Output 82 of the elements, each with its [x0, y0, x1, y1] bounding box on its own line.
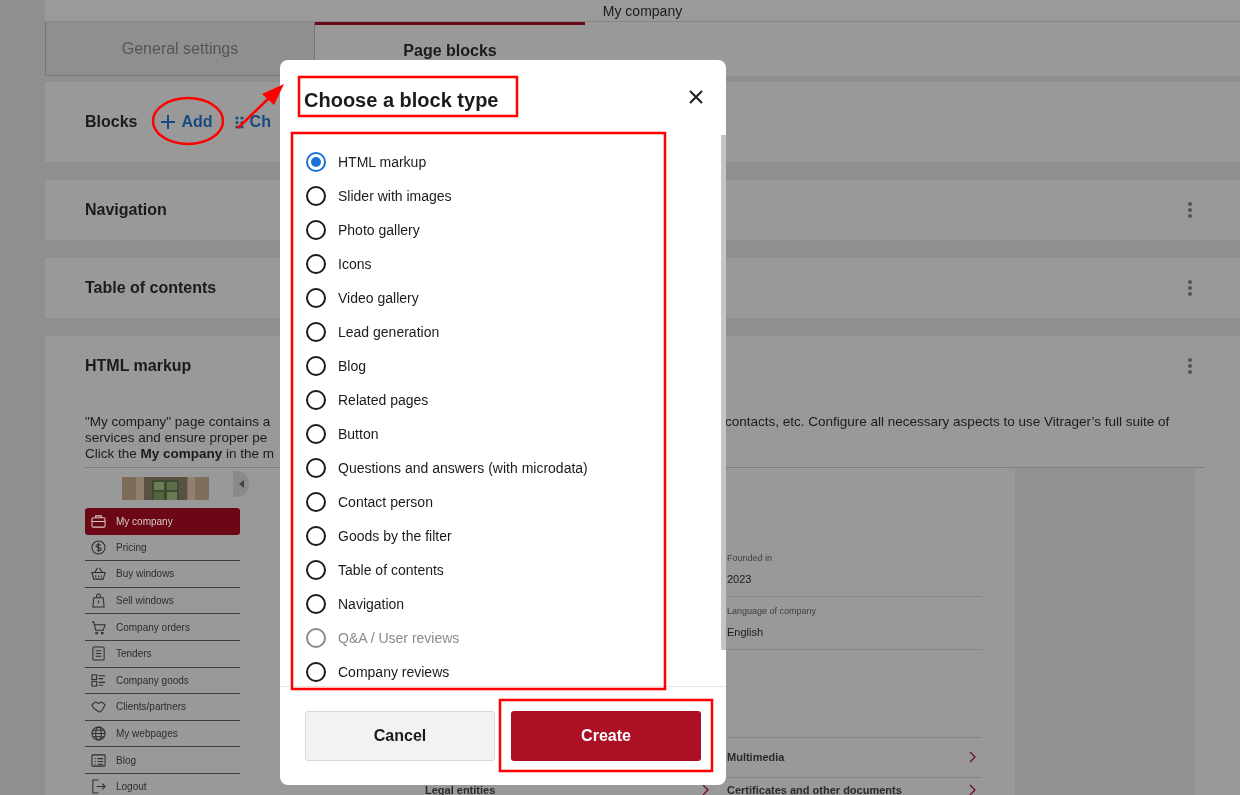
radio-button[interactable]: [306, 288, 326, 308]
globe-icon: [91, 726, 106, 742]
more-icon[interactable]: [1187, 201, 1193, 219]
radio-option[interactable]: Questions and answers (with microdata): [306, 451, 588, 485]
collapse-button[interactable]: [233, 471, 249, 497]
radio-option[interactable]: Goods by the filter: [306, 519, 452, 553]
basket-icon: [91, 566, 106, 582]
radio-button[interactable]: [306, 526, 326, 546]
sidebar-item[interactable]: Buy windows: [85, 561, 240, 588]
block-title: Table of contents: [85, 279, 217, 297]
bag-icon: [91, 593, 106, 609]
sidebar-item[interactable]: Sell windows: [85, 587, 240, 615]
close-icon: [689, 89, 703, 104]
radio-option[interactable]: Contact person: [306, 485, 433, 519]
drag-dots-icon: [234, 115, 244, 129]
plus-icon: [161, 115, 176, 129]
dollar-icon: [91, 539, 106, 555]
create-button[interactable]: Create: [511, 711, 701, 761]
field-value: 2023: [727, 572, 753, 586]
radio-option[interactable]: Photo gallery: [306, 213, 420, 247]
radio-button[interactable]: [306, 424, 326, 444]
radio-option[interactable]: Button: [306, 417, 379, 451]
radio-button[interactable]: [306, 220, 326, 240]
logout-icon: [91, 779, 106, 795]
more-icon[interactable]: [1187, 357, 1193, 375]
radio-button[interactable]: [306, 254, 326, 274]
radio-button[interactable]: [306, 356, 326, 376]
field-value: English: [727, 625, 765, 639]
radio-button[interactable]: [306, 458, 326, 478]
radio-option[interactable]: Related pages: [306, 383, 429, 417]
sidebar-item[interactable]: Pricing: [85, 534, 240, 562]
radio-button[interactable]: [306, 322, 326, 342]
cancel-button[interactable]: Cancel: [305, 711, 495, 761]
sidebar-item[interactable]: Tenders: [85, 640, 240, 668]
section-title: Blocks: [85, 113, 138, 131]
caret-left-icon: [238, 480, 244, 488]
description-text: services and ensure proper pe: [85, 430, 269, 446]
description-text: Click the My company in the m: [85, 446, 276, 462]
dialog-title: Choose a block type: [304, 89, 499, 112]
cart-icon: [91, 619, 106, 635]
block-title: HTML markup: [85, 357, 192, 375]
radio-option[interactable]: Company reviews: [306, 655, 450, 689]
radio-option[interactable]: Slider with images: [306, 179, 452, 213]
sidebar-item[interactable]: Clients/partners: [85, 694, 240, 721]
radio-option[interactable]: Blog: [306, 349, 367, 383]
link-row[interactable]: Certificates and other documents: [727, 776, 982, 795]
list-icon: [91, 752, 106, 768]
description-text: "My company" page contains a: [85, 414, 272, 430]
sidebar-item[interactable]: Company orders: [85, 614, 240, 641]
sidebar-item[interactable]: My company: [85, 508, 240, 535]
radio-button[interactable]: [306, 186, 326, 206]
field-label: Founded in: [727, 552, 774, 564]
sidebar-item[interactable]: My webpages: [85, 720, 240, 748]
radio-button[interactable]: [306, 560, 326, 580]
sidebar-item[interactable]: Company goods: [85, 667, 240, 695]
radio-option[interactable]: Icons: [306, 247, 372, 281]
document-icon: [91, 646, 106, 662]
chevron-right-icon: [969, 783, 976, 795]
radio-button[interactable]: [306, 492, 326, 512]
radio-button[interactable]: [306, 390, 326, 410]
sidebar-item[interactable]: Blog: [85, 747, 240, 774]
radio-option[interactable]: Table of contents: [306, 553, 444, 587]
more-icon[interactable]: [1187, 279, 1193, 297]
page-title: My company: [602, 2, 683, 19]
field-label: Language of company: [727, 605, 818, 617]
radio-button[interactable]: [306, 152, 326, 172]
radio-option[interactable]: Video gallery: [306, 281, 419, 315]
annotation-arrow: [237, 84, 284, 129]
briefcase-icon: [91, 513, 106, 529]
close-button[interactable]: [688, 89, 704, 106]
sidebar-item[interactable]: Logout: [85, 773, 240, 795]
block-title: Navigation: [85, 201, 167, 219]
description-text: contacts, etc. Configure all necessary aspects to use Vitrager’s full suite of: [725, 414, 1171, 430]
scrollbar[interactable]: [721, 135, 726, 650]
radio-option[interactable]: Navigation: [306, 587, 405, 621]
radio-button[interactable]: [306, 594, 326, 614]
link-row[interactable]: Multimedia: [727, 736, 982, 777]
radio-option[interactable]: HTML markup: [306, 145, 427, 179]
radio-option[interactable]: Lead generation: [306, 315, 440, 349]
radio-button[interactable]: [306, 662, 326, 682]
grid-list-icon: [91, 672, 106, 688]
chevron-right-icon: [969, 751, 976, 764]
